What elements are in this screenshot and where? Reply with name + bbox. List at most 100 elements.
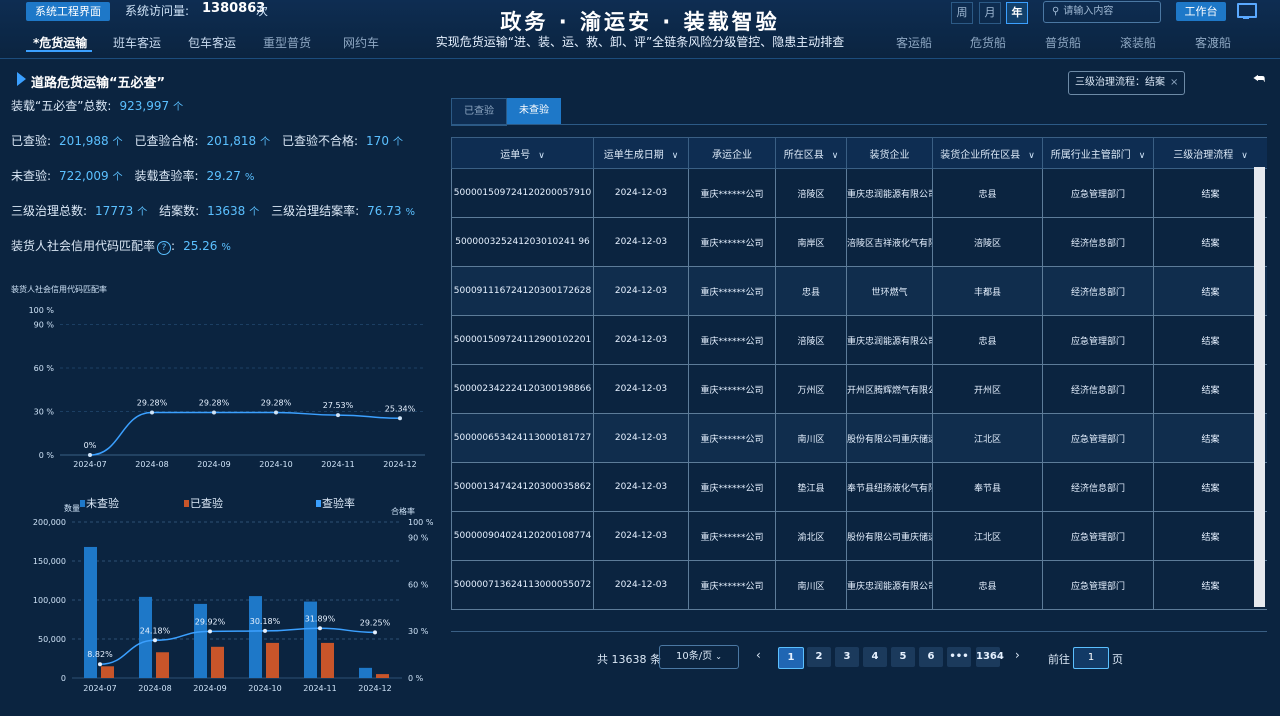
nav-active-underline (26, 50, 92, 52)
period-week-button[interactable]: 周 (951, 2, 973, 24)
nav-freight-ship[interactable]: 普货船 (1045, 34, 1081, 51)
column-header[interactable]: 运单生成日期 ∨ (593, 137, 689, 169)
table-row[interactable]: 500001509724112900102201 2024-12-03 重庆****… (451, 315, 1267, 365)
table-cell: 应急管理部门 (1042, 168, 1154, 218)
table-cell: 500000653424113000181727 (451, 413, 594, 463)
y-tick-label-left: 200,000 (33, 518, 66, 527)
chevron-down-icon[interactable]: ∨ (1241, 151, 1248, 161)
table-cell: 奉节县纽扬液化气有限公司 (846, 462, 933, 512)
nav-roro-ship[interactable]: 滚装船 (1120, 34, 1156, 51)
table-cell: 结案 (1153, 413, 1267, 463)
search-icon: ⚲ (1052, 6, 1060, 17)
column-header[interactable]: 所属行业主管部门 ∨ (1042, 137, 1154, 169)
rate-point (153, 638, 157, 643)
rate-point (98, 662, 102, 667)
column-header[interactable]: 所在区县 ∨ (775, 137, 847, 169)
chevron-down-icon[interactable]: ∨ (1028, 151, 1035, 161)
total-count: 共 13638 条 (597, 653, 661, 666)
chevron-down-icon[interactable]: ∨ (538, 151, 545, 161)
table-row[interactable]: 500000904024120200108774 2024-12-03 重庆****… (451, 511, 1267, 561)
table-row[interactable]: 500000653424113000181727 2024-12-03 重庆****… (451, 413, 1267, 463)
period-month-button[interactable]: 月 (979, 2, 1001, 24)
y-tick-label-left: 150,000 (33, 557, 66, 566)
table-row[interactable]: 500091116724120300172628 2024-12-03 重庆****… (451, 266, 1267, 316)
table-cell: 500000713624113000055072 (451, 560, 594, 610)
table-cell: 南川区 (775, 413, 847, 463)
page-button[interactable]: 5 (891, 647, 915, 667)
stat-unchecked-row: 未查验: 722,009 个 装载查验率: 29.27% (11, 169, 255, 183)
table-cell: 2024-12-03 (593, 462, 689, 512)
line-data-label: 29.28% (137, 399, 168, 408)
tab-unchecked[interactable]: 未查验 (507, 98, 561, 124)
page-button[interactable]: 1364 (976, 647, 1004, 667)
help-icon[interactable]: ? (157, 241, 172, 255)
line-point (336, 413, 340, 418)
table-cell: 涪陵区 (775, 315, 847, 365)
x-tick-label: 2024-10 (248, 684, 281, 693)
column-header[interactable]: 装货企业 (846, 137, 933, 169)
page-button[interactable]: ••• (947, 647, 971, 667)
table-row[interactable]: 500000713624113000055072 2024-12-03 重庆****… (451, 560, 1267, 610)
column-header[interactable]: 装货企业所在区县 ∨ (932, 137, 1043, 169)
table-row[interactable]: 500001347424120300035862 2024-12-03 重庆****… (451, 462, 1267, 512)
table-scrollbar[interactable] (1254, 167, 1265, 607)
column-header[interactable]: 运单号 ∨ (451, 137, 594, 169)
table-cell: 渝北区 (775, 511, 847, 561)
table-cell: 结案 (1153, 266, 1267, 316)
line-point (88, 453, 92, 457)
column-header[interactable]: 承运企业 (688, 137, 776, 169)
page-button[interactable]: 6 (919, 647, 943, 667)
line-chart-title: 装货人社会信用代码匹配率 (11, 284, 107, 294)
table-row[interactable]: 500001509724120200057910 2024-12-03 重庆****… (451, 168, 1267, 218)
table-row[interactable]: 500002342224120300198866 2024-12-03 重庆****… (451, 364, 1267, 414)
y-tick-label-left: 50,000 (38, 635, 66, 644)
chevron-down-icon[interactable]: ∨ (672, 151, 679, 161)
workbench-button[interactable]: 工作台 (1176, 2, 1226, 21)
chevron-down-icon[interactable]: ∨ (832, 151, 839, 161)
undo-icon[interactable]: ⮪ (1253, 72, 1265, 87)
table-cell: 重庆******公司 (688, 511, 776, 561)
nav-ferry-ship[interactable]: 客渡船 (1195, 34, 1231, 51)
monitor-icon[interactable] (1237, 3, 1257, 18)
match-rate-line-chart: 装货人社会信用代码匹配率 0 % 30 % 60 % 90 % 100 % 0% 2024-0… (11, 284, 425, 469)
nav-ride-hailing[interactable]: 网约车 (343, 34, 379, 51)
close-icon[interactable]: × (1170, 77, 1178, 88)
table-row[interactable]: 500000325241203010241 96 2024-12-03 重庆****… (451, 217, 1267, 267)
nav-passenger-ship[interactable]: 客运船 (896, 34, 932, 51)
page-button[interactable]: 2 (807, 647, 831, 667)
nav-scheduled-bus[interactable]: 班车客运 (113, 34, 161, 51)
table-cell: 2024-12-03 (593, 560, 689, 610)
table-cell: 忠县 (932, 560, 1043, 610)
table-cell: 忠县 (932, 168, 1043, 218)
nav-heavy-freight[interactable]: 重型普货 (263, 34, 311, 51)
table-cell: 结案 (1153, 560, 1267, 610)
chevron-down-icon[interactable]: ∨ (1139, 151, 1146, 161)
page-button[interactable]: 3 (835, 647, 859, 667)
nav-charter-bus[interactable]: 包车客运 (188, 34, 236, 51)
tab-checked[interactable]: 已查验 (451, 98, 507, 126)
next-page-icon[interactable]: › (1015, 648, 1020, 662)
goto-page-input[interactable]: 1 (1073, 647, 1109, 669)
prev-page-icon[interactable]: ‹ (756, 648, 761, 662)
page-size-select[interactable]: 10条/页 ⌄ (659, 645, 739, 669)
y-tick-label-right: 90 % (408, 534, 429, 543)
x-tick-label: 2024-12 (383, 460, 416, 469)
nav-dangerous-ship[interactable]: 危货船 (970, 34, 1006, 51)
column-header[interactable]: 三级治理流程 ∨ (1153, 137, 1267, 169)
search-input[interactable]: ⚲ 请输入内容 (1043, 1, 1161, 23)
line-point (150, 410, 154, 415)
period-year-button[interactable]: 年 (1006, 2, 1028, 24)
table-cell: 经济信息部门 (1042, 462, 1154, 512)
page-button[interactable]: 4 (863, 647, 887, 667)
filter-tag[interactable]: 三级治理流程：结案 × (1068, 71, 1186, 95)
nav-dangerous-goods[interactable]: *危货运输 (33, 34, 87, 51)
page-button[interactable]: 1 (778, 647, 804, 669)
table-cell: 结案 (1153, 462, 1267, 512)
line-data-label: 29.28% (199, 399, 230, 408)
rate-point (318, 626, 322, 631)
bar-unchecked (304, 601, 317, 678)
goto-label: 前往 (1048, 653, 1070, 666)
legend-label: 未查验 (86, 496, 119, 510)
rate-data-label: 30.18% (250, 617, 281, 626)
legend-label: 查验率 (322, 496, 355, 510)
